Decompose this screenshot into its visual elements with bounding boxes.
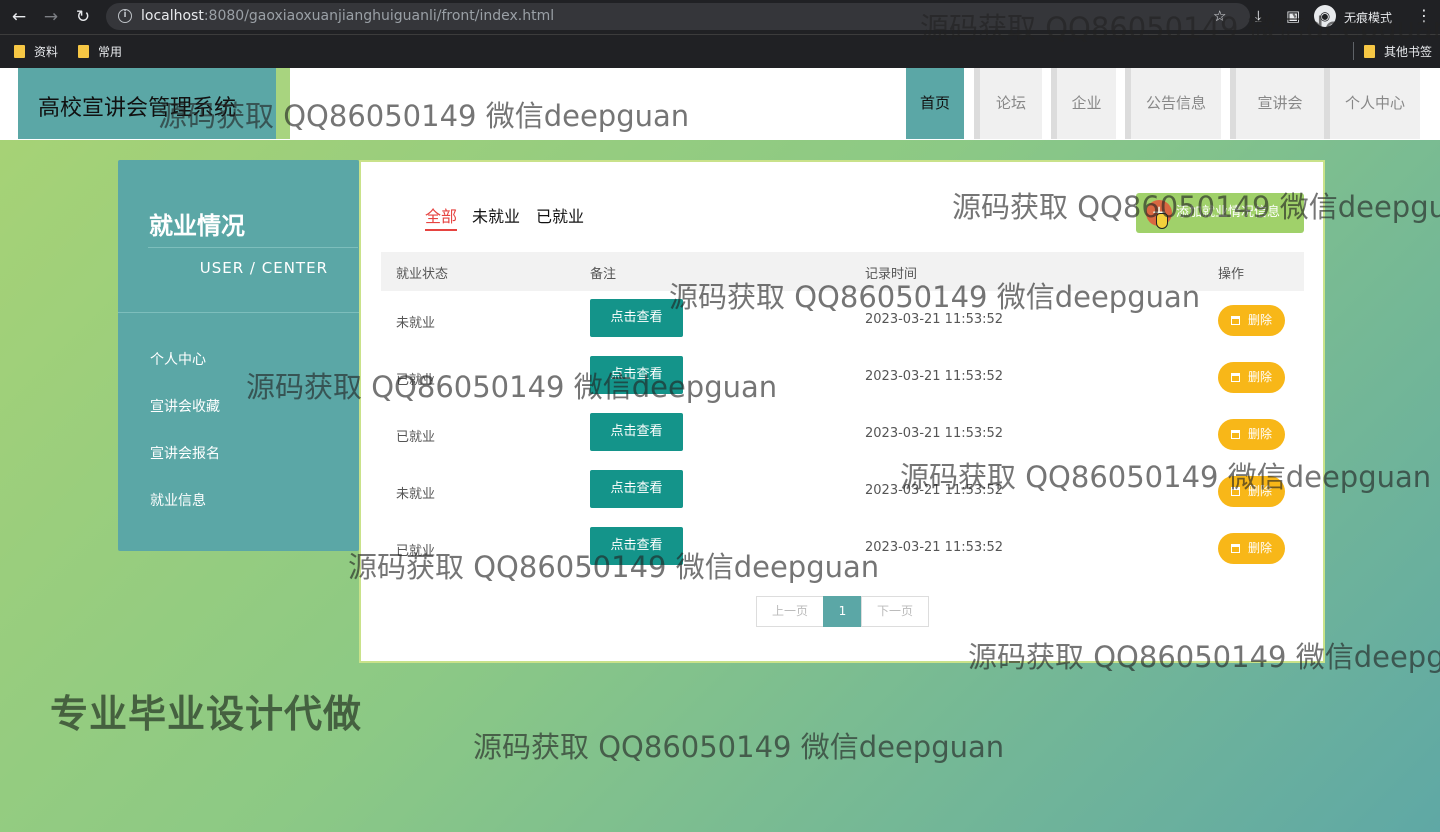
add-button-label: 添加就业情况信息 [1176,205,1281,220]
other-bookmarks[interactable]: 其他书签 [1364,43,1432,60]
time-cell: 2023-03-21 11:53:52 [865,483,1004,498]
sidebar-item-lecture-favorites[interactable]: 宣讲会收藏 [150,396,220,416]
browser-menu-icon[interactable]: ⋮ [1416,6,1432,25]
folder-icon [1364,45,1375,58]
promo-text: 专业毕业设计代做 [50,692,363,736]
delete-button[interactable]: 删除 [1218,305,1285,336]
folder-icon [78,45,89,58]
trash-icon [1230,373,1240,382]
incognito-profile-icon[interactable]: ◉ [1314,5,1336,27]
nav-notice[interactable]: 公告信息 [1125,68,1221,139]
bookmark-folder-0[interactable]: 资料 [14,43,58,60]
sidebar-item-employment[interactable]: 就业信息 [150,490,206,510]
table-row: 未就业 点击查看 2023-03-21 11:53:52 删除 [381,462,1304,519]
forward-arrow-icon[interactable]: → [40,6,62,28]
nav-forum[interactable]: 论坛 [974,68,1042,139]
brand-block: 高校宣讲会管理系统 [18,68,276,139]
status-cell: 已就业 [396,373,436,388]
tab-all[interactable]: 全部 [425,203,458,231]
trash-icon [1230,316,1240,325]
trash-icon [1230,430,1240,439]
nav-user-center[interactable]: 个人中心 [1324,68,1420,139]
tab-unemployed[interactable]: 未就业 [472,203,520,227]
sidebar-item-lecture-signup[interactable]: 宣讲会报名 [150,443,220,463]
view-note-button[interactable]: 点击查看 [590,527,683,565]
site-title: 高校宣讲会管理系统 [38,96,237,121]
trash-icon [1230,544,1240,553]
view-note-button[interactable]: 点击查看 [590,356,683,394]
url-text: localhost:8080/gaoxiaoxuanjianghuiguanli… [141,8,555,24]
trash-icon [1230,487,1240,496]
view-note-button[interactable]: 点击查看 [590,413,683,451]
site-header: 高校宣讲会管理系统 首页 论坛 企业 公告信息 宣讲会 个人中心 [0,68,1440,140]
time-cell: 2023-03-21 11:53:52 [865,426,1004,441]
tab-employed[interactable]: 已就业 [536,203,584,227]
column-header: 就业状态 [396,267,449,282]
download-icon[interactable]: ⤓ [1255,7,1262,25]
column-header: 备注 [590,267,617,282]
next-page-button[interactable]: 下一页 [861,596,929,627]
reload-icon[interactable]: ↻ [72,6,94,28]
table-row: 已就业 点击查看 2023-03-21 11:53:52 删除 [381,519,1304,576]
table-header: 就业状态 备注 记录时间 操作 [381,252,1304,291]
status-cell: 已就业 [396,430,436,445]
sidebar-divider [148,247,358,248]
bookmarks-bar: 资料 常用 其他书签 [0,34,1440,68]
back-arrow-icon[interactable]: ← [8,6,30,28]
main-nav: 首页 论坛 企业 公告信息 宣讲会 个人中心 [900,68,1440,139]
prev-page-button[interactable]: 上一页 [756,596,824,627]
site-info-icon[interactable]: i [118,9,132,23]
browser-toolbar: ← → ↻ i localhost:8080/gaoxiaoxuanjiangh… [0,0,1440,34]
delete-button[interactable]: 删除 [1218,533,1285,564]
mouse-cursor-icon [1156,213,1168,229]
bookmark-star-icon[interactable]: ☆ [1213,7,1226,25]
delete-button[interactable]: 删除 [1218,362,1285,393]
nav-home[interactable]: 首页 [900,68,964,139]
folder-icon [14,45,25,58]
time-cell: 2023-03-21 11:53:52 [865,540,1004,555]
sidebar-item-user-center[interactable]: 个人中心 [150,349,206,369]
status-cell: 已就业 [396,544,436,559]
table-row: 已就业 点击查看 2023-03-21 11:53:52 删除 [381,348,1304,405]
sidebar-subtitle: USER / CENTER [199,259,328,277]
brand-accent [276,68,290,139]
delete-button[interactable]: 删除 [1218,419,1285,450]
incognito-label: 无痕模式 [1344,11,1393,25]
column-header: 操作 [1218,267,1245,282]
status-cell: 未就业 [396,316,436,331]
bookmark-folder-1[interactable]: 常用 [78,43,122,60]
nav-lecture[interactable]: 宣讲会 [1230,68,1324,139]
nav-company[interactable]: 企业 [1051,68,1116,139]
sidebar-title: 就业情况 [149,212,245,240]
delete-button[interactable]: 删除 [1218,476,1285,507]
time-cell: 2023-03-21 11:53:52 [865,369,1004,384]
table-row: 已就业 点击查看 2023-03-21 11:53:52 删除 [381,405,1304,462]
bookmarks-divider [1353,42,1354,60]
sidebar: 就业情况 USER / CENTER 个人中心 宣讲会收藏 宣讲会报名 就业信息 [118,160,359,551]
add-employment-button[interactable]: + 添加就业情况信息 [1136,193,1304,233]
view-note-button[interactable]: 点击查看 [590,299,683,337]
address-bar[interactable]: i localhost:8080/gaoxiaoxuanjianghuiguan… [106,3,1250,30]
sidebar-divider [118,312,359,313]
status-cell: 未就业 [396,487,436,502]
table-row: 未就业 点击查看 2023-03-21 11:53:52 删除 [381,291,1304,348]
side-panel-icon[interactable]: ▣ [1286,7,1300,25]
time-cell: 2023-03-21 11:53:52 [865,312,1004,327]
column-header: 记录时间 [865,267,918,282]
view-note-button[interactable]: 点击查看 [590,470,683,508]
page-number-button[interactable]: 1 [823,596,862,627]
content-panel: 全部 未就业 已就业 + 添加就业情况信息 就业状态 备注 记录时间 操作 未就… [359,160,1325,663]
